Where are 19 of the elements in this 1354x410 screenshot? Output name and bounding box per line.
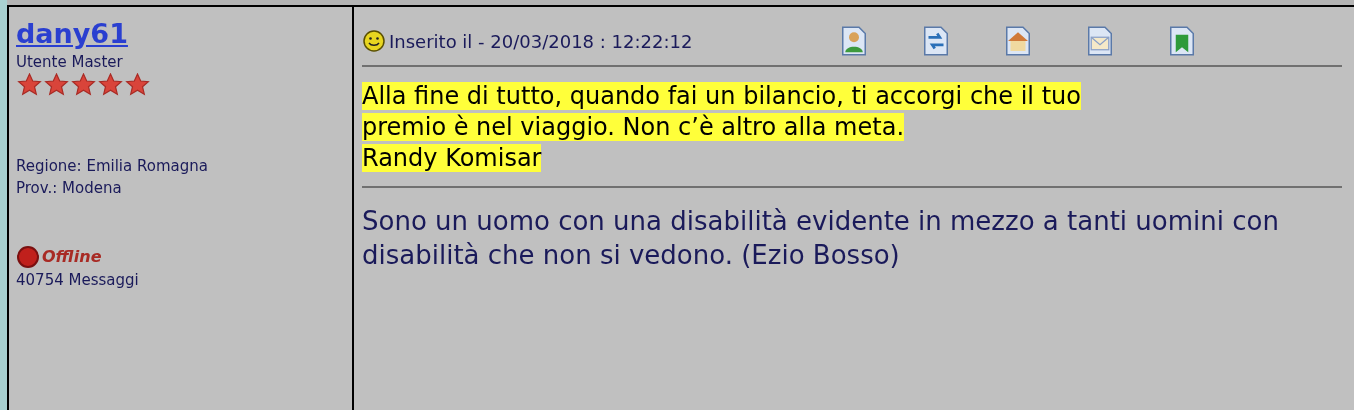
user-rank: Utente Master: [16, 52, 124, 73]
home-icon[interactable]: [1003, 24, 1033, 58]
user-province: Prov.: Modena: [16, 178, 123, 199]
profile-icon[interactable]: [839, 24, 869, 58]
star-icon: [43, 73, 70, 97]
post-date: Inserito il - 20/03/2018 : 12:22:12: [389, 29, 694, 54]
email-icon[interactable]: [1085, 24, 1115, 58]
signature-text: Sono un uomo con una disabilità evidente in mezzo a tanti uomini con disabilità che non si vedono. (Ezio Bosso): [362, 205, 1280, 272]
smiley-icon: [362, 29, 386, 53]
quote-icon[interactable]: [921, 24, 951, 58]
star-icon: [16, 73, 43, 97]
bookmark-icon[interactable]: [1167, 24, 1197, 58]
status-label: Offline: [42, 246, 102, 268]
username-link[interactable]: dany61: [16, 18, 128, 49]
user-region: Regione: Emilia Romagna: [16, 156, 209, 177]
star-icon: [97, 73, 124, 97]
star-icon: [124, 73, 151, 97]
message-count: 40754 Messaggi: [16, 270, 140, 291]
star-icon: [70, 73, 97, 97]
